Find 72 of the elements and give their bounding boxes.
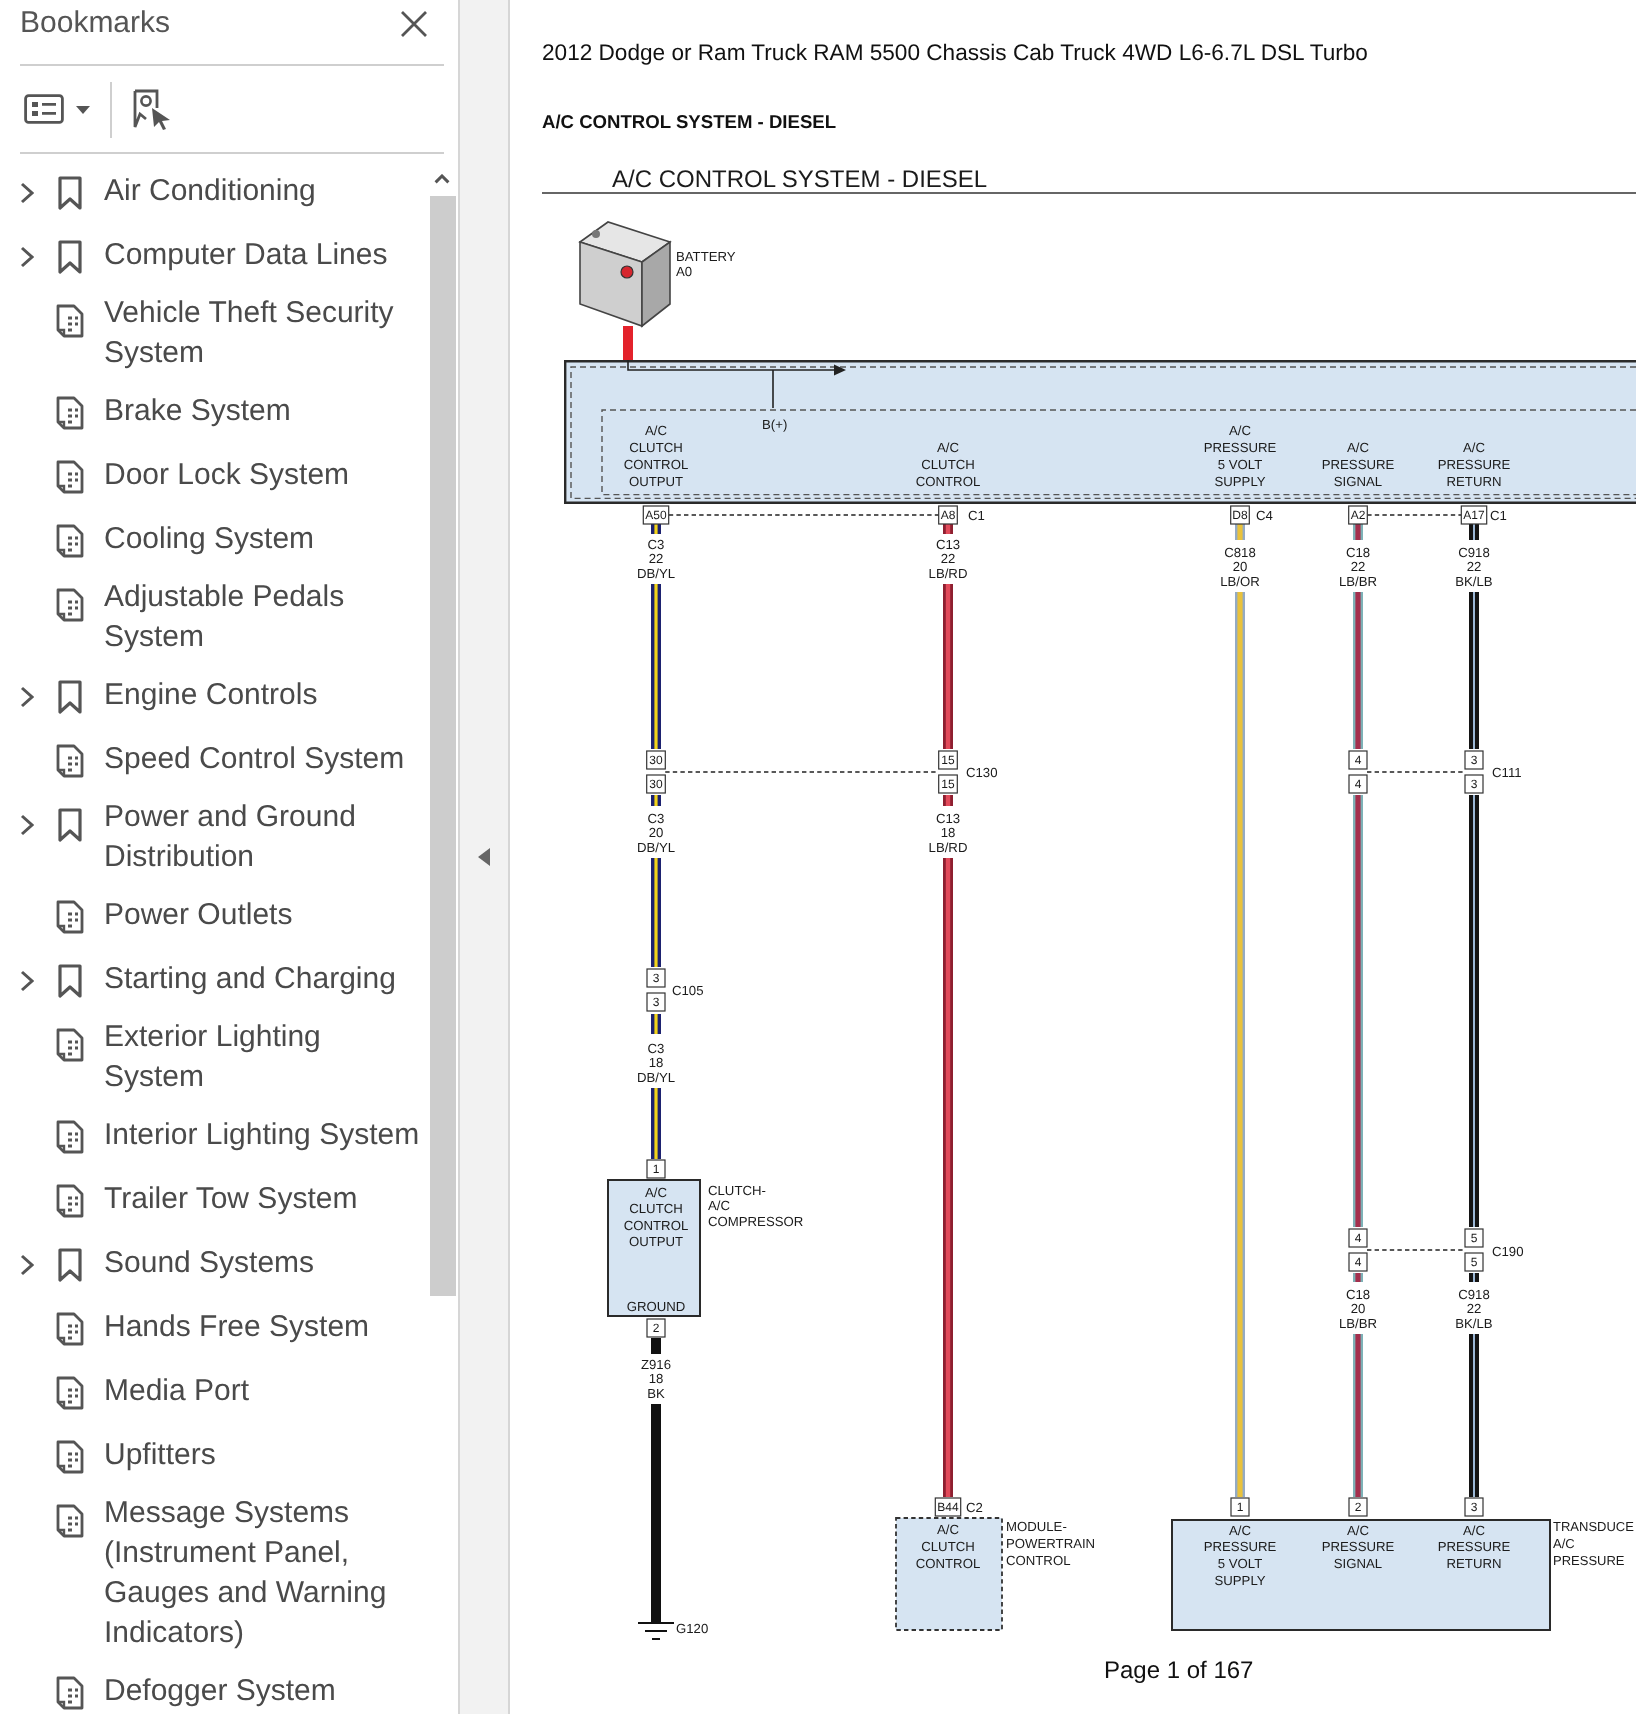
bookmark-label[interactable]: Brake System <box>104 392 291 432</box>
chevron-right-icon[interactable] <box>20 245 34 267</box>
wire <box>651 858 661 967</box>
wire <box>651 1014 661 1034</box>
chevron-right-icon[interactable] <box>20 969 34 991</box>
list-icon[interactable] <box>24 94 64 124</box>
bookmark-icon <box>58 175 82 209</box>
bookmark-label[interactable]: Hands Free System <box>104 1308 370 1348</box>
bookmark-label[interactable]: Engine Controls <box>104 676 318 716</box>
bookmark-label[interactable]: Defogger System <box>104 1672 336 1712</box>
scrollbar-thumb[interactable] <box>429 196 455 1296</box>
connector-link-line <box>1366 1249 1466 1251</box>
ground-icon <box>637 1622 675 1640</box>
connector-link-line <box>1366 514 1462 516</box>
page-list-icon <box>56 1503 84 1537</box>
bookmark-label[interactable]: Power Outlets <box>104 896 293 936</box>
page-list-icon <box>56 395 84 429</box>
connector-link-line <box>1366 771 1466 773</box>
bookmark-icon <box>58 239 82 273</box>
bookmark-icon <box>58 679 82 713</box>
bookmark-pointer-icon[interactable] <box>132 88 172 130</box>
bookmark-label[interactable]: Upfitters <box>104 1436 216 1476</box>
bookmark-label[interactable]: Sound Systems <box>104 1244 315 1284</box>
bookmark-label[interactable]: Door Lock System <box>104 456 350 496</box>
page-list-icon <box>56 743 84 777</box>
bookmark-label[interactable]: Cooling System <box>104 520 315 560</box>
bookmark-label[interactable]: Speed Control System <box>104 740 405 780</box>
close-icon[interactable] <box>400 10 428 38</box>
battery-icon <box>578 221 672 328</box>
wire <box>651 1338 661 1354</box>
page-list-icon <box>56 899 84 933</box>
page-list-icon <box>56 459 84 493</box>
panel-title: Bookmarks <box>20 6 171 42</box>
page-list-icon <box>56 1675 84 1709</box>
page-list-icon <box>56 1027 84 1061</box>
wire <box>651 1088 661 1159</box>
caret-icon[interactable] <box>76 105 90 113</box>
chevron-right-icon[interactable] <box>20 813 34 835</box>
scroll-up-icon[interactable] <box>434 174 450 184</box>
page-indicator: Page 1 of 167 <box>1104 1656 1254 1684</box>
bookmark-label[interactable]: Exterior Lighting System <box>104 1018 424 1098</box>
bookmark-label[interactable]: Trailer Tow System <box>104 1180 358 1220</box>
chevron-right-icon[interactable] <box>20 181 34 203</box>
page-list-icon <box>56 1439 84 1473</box>
diagram-title: A/C CONTROL SYSTEM - DIESEL <box>612 164 988 193</box>
bookmark-label[interactable]: Computer Data Lines <box>104 236 388 276</box>
component-box <box>895 1517 1003 1631</box>
page-list-icon <box>56 303 84 337</box>
page-list-icon <box>56 1183 84 1217</box>
bookmark-label[interactable]: Adjustable Pedals System <box>104 578 424 658</box>
bookmark-label[interactable]: Message Systems (Instrument Panel, Gauges and Warning Indicators) <box>104 1494 424 1654</box>
page-list-icon <box>56 1119 84 1153</box>
bookmark-icon <box>58 1247 82 1281</box>
chevron-right-icon[interactable] <box>20 685 34 707</box>
wire <box>623 326 633 360</box>
document-header: 2012 Dodge or Ram Truck RAM 5500 Chassis Cab Truck 4WD L6-6.7L DSL Turbo <box>542 42 1368 66</box>
page-list-icon <box>56 1311 84 1345</box>
bookmark-label[interactable]: Starting and Charging <box>104 960 396 1000</box>
component-box <box>607 1179 701 1317</box>
bookmark-icon <box>58 963 82 997</box>
page-list-icon <box>56 523 84 557</box>
page-list-icon <box>56 587 84 621</box>
page-list-icon <box>56 1375 84 1409</box>
bookmark-icon <box>58 807 82 841</box>
caret-left-icon[interactable] <box>478 848 490 866</box>
bookmark-label[interactable]: Power and Ground Distribution <box>104 798 424 878</box>
chevron-right-icon[interactable] <box>20 1253 34 1275</box>
bookmark-label[interactable]: Air Conditioning <box>104 172 316 212</box>
section-title: A/C CONTROL SYSTEM - DIESEL <box>542 112 837 132</box>
bookmark-label[interactable]: Interior Lighting System <box>104 1116 420 1156</box>
bookmark-label[interactable]: Vehicle Theft Security System <box>104 294 424 374</box>
bookmark-label[interactable]: Media Port <box>104 1372 250 1412</box>
